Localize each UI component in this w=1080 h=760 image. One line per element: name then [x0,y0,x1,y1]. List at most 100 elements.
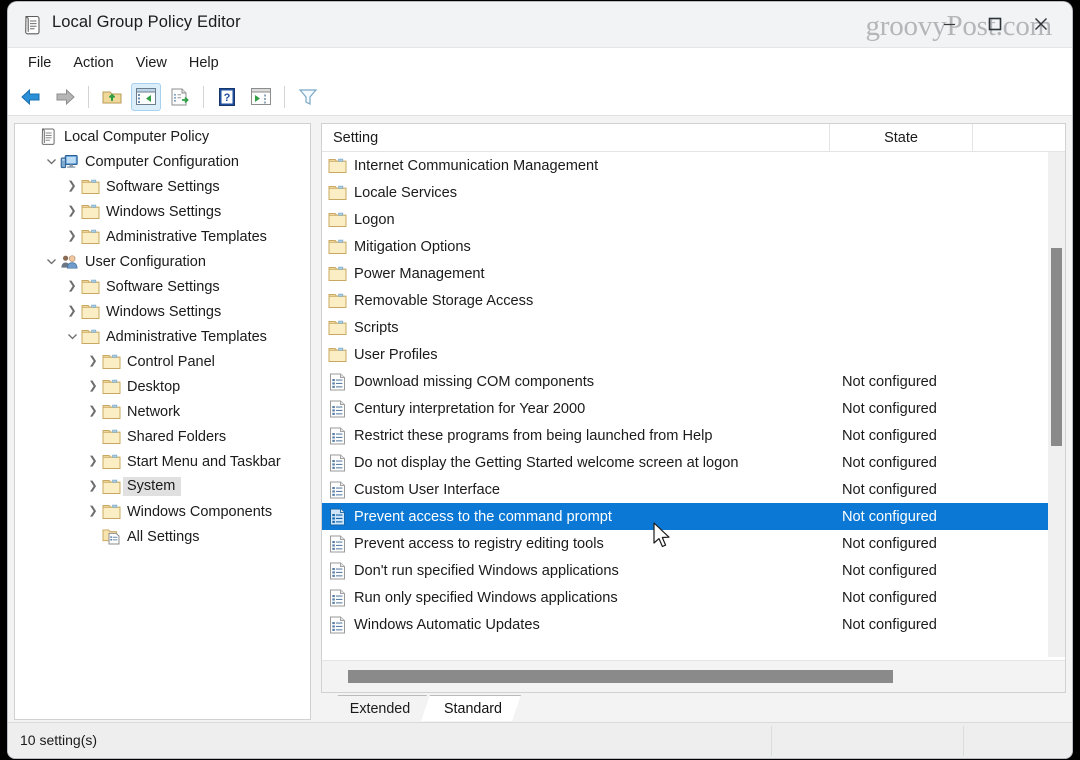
toolbar-separator [88,85,89,108]
chevron-right-icon[interactable]: ❯ [63,178,81,196]
folder-icon [102,503,121,520]
table-row[interactable]: Download missing COM components Not confi… [322,368,1065,395]
policy-setting-icon [328,562,347,580]
menu-view[interactable]: View [125,52,178,74]
tree-item-system[interactable]: ❯ System [15,474,310,499]
table-row[interactable]: Do not display the Getting Started welco… [322,449,1065,476]
tree-item-desktop[interactable]: ❯ Desktop [15,374,310,399]
setting-name-label: User Profiles [354,346,438,363]
table-row[interactable]: Scripts [322,314,1065,341]
settings-list-pane[interactable]: Setting State Internet Communication Man… [321,123,1066,693]
table-row[interactable]: Mitigation Options [322,233,1065,260]
window-title: Local Group Policy Editor [52,13,241,31]
tree-item-windows-settings[interactable]: ❯ Windows Settings [15,299,310,324]
table-row[interactable]: User Profiles [322,341,1065,368]
tree-item-shared-folders[interactable]: Shared Folders [15,424,310,449]
up-folder-icon[interactable] [97,83,127,111]
tree-item-software-settings[interactable]: ❯ Software Settings [15,174,310,199]
chevron-right-icon[interactable]: ❯ [84,453,102,471]
list-horizontal-scroll-thumb[interactable] [348,670,893,683]
tree-item-network[interactable]: ❯ Network [15,399,310,424]
minimize-icon[interactable] [926,2,972,46]
chevron-right-icon[interactable]: ❯ [63,278,81,296]
table-row[interactable]: Restrict these programs from being launc… [322,422,1065,449]
tree-item-control-panel[interactable]: ❯ Control Panel [15,349,310,374]
folder-icon [328,238,347,255]
table-row[interactable]: Internet Communication Management [322,152,1065,179]
setting-name-label: Prevent access to the command prompt [354,508,612,525]
column-header-state[interactable]: State [830,124,973,151]
chevron-right-icon[interactable]: ❯ [84,503,102,521]
chevron-right-icon[interactable]: ❯ [84,403,102,421]
tree-item-windows-components[interactable]: ❯ Windows Components [15,499,310,524]
setting-name-label: Prevent access to registry editing tools [354,535,604,552]
tab-extended[interactable]: Extended [329,695,427,721]
chevron-right-icon[interactable]: ❯ [84,478,102,496]
back-icon[interactable] [16,83,46,111]
close-icon[interactable] [1018,2,1064,46]
column-header-setting[interactable]: Setting [322,124,830,151]
show-console-icon[interactable] [246,83,276,111]
tree-item-all-settings[interactable]: All Settings [15,524,310,549]
tree-item-windows-settings[interactable]: ❯ Windows Settings [15,199,310,224]
chevron-down-icon[interactable] [42,153,60,171]
table-row[interactable]: Don't run specified Windows applications… [322,557,1065,584]
setting-state-cell: Not configured [842,400,937,417]
table-row[interactable]: Run only specified Windows applications N… [322,584,1065,611]
chevron-right-icon[interactable]: ❯ [63,303,81,321]
chevron-down-icon[interactable] [42,253,60,271]
tree-item-computer-configuration[interactable]: Computer Configuration [15,149,310,174]
setting-state-cell: Not configured [842,508,937,525]
setting-name-label: Power Management [354,265,485,282]
menu-action[interactable]: Action [62,52,124,74]
table-row[interactable]: Removable Storage Access [322,287,1065,314]
chevron-down-icon[interactable] [63,328,81,346]
table-row[interactable]: Prevent access to registry editing tools… [322,530,1065,557]
table-row[interactable]: Century interpretation for Year 2000 Not … [322,395,1065,422]
tree-item-administrative-templates[interactable]: ❯ Administrative Templates [15,224,310,249]
forward-icon[interactable] [50,83,80,111]
chevron-right-icon[interactable]: ❯ [63,203,81,221]
chevron-right-icon[interactable]: ❯ [63,228,81,246]
chevron-right-icon[interactable]: ❯ [84,378,102,396]
filter-icon[interactable] [293,83,323,111]
setting-name-cell: Century interpretation for Year 2000 [322,400,830,418]
table-row[interactable]: Prevent access to the command prompt Not … [322,503,1065,530]
tree-item-administrative-templates[interactable]: Administrative Templates [15,324,310,349]
tree-item-start-menu-and-taskbar[interactable]: ❯ Start Menu and Taskbar [15,449,310,474]
setting-name-cell: Prevent access to registry editing tools [322,535,830,553]
export-list-icon[interactable] [165,83,195,111]
table-row[interactable]: Logon [322,206,1065,233]
list-vertical-scroll-thumb[interactable] [1051,248,1062,446]
tree-item-local-computer-policy[interactable]: Local Computer Policy [15,124,310,149]
status-divider [771,726,772,756]
tree-item-software-settings[interactable]: ❯ Software Settings [15,274,310,299]
setting-name-cell: Power Management [322,265,830,282]
table-row[interactable]: Power Management [322,260,1065,287]
table-row[interactable]: Windows Automatic Updates Not configured [322,611,1065,638]
setting-name-cell: Windows Automatic Updates [322,616,830,634]
tree-item-label: Windows Settings [106,203,222,220]
maximize-icon[interactable] [972,2,1018,46]
folder-icon [328,157,347,174]
setting-name-cell: Download missing COM components [322,373,830,391]
chevron-right-icon[interactable]: ❯ [84,353,102,371]
column-header-blank[interactable] [973,124,1065,151]
menu-help[interactable]: Help [178,52,230,74]
list-vertical-scrollbar[interactable] [1048,152,1065,657]
setting-name-cell: Don't run specified Windows applications [322,562,830,580]
list-horizontal-scrollbar[interactable] [322,660,1065,692]
tree-item-label: System [123,477,182,496]
show-tree-icon[interactable] [131,82,161,111]
table-row[interactable]: Custom User Interface Not configured [322,476,1065,503]
table-row[interactable]: Locale Services [322,179,1065,206]
pane-splitter[interactable] [313,123,321,720]
title-bar: Local Group Policy Editor groovyPost.com [8,2,1072,48]
console-tree-pane[interactable]: Local Computer Policy Computer Configurat… [14,123,311,720]
tab-standard[interactable]: Standard [421,695,521,721]
menu-file[interactable]: File [17,52,62,74]
folder-icon [102,403,121,420]
help-icon[interactable]: ? [212,83,242,111]
tree-item-user-configuration[interactable]: User Configuration [15,249,310,274]
